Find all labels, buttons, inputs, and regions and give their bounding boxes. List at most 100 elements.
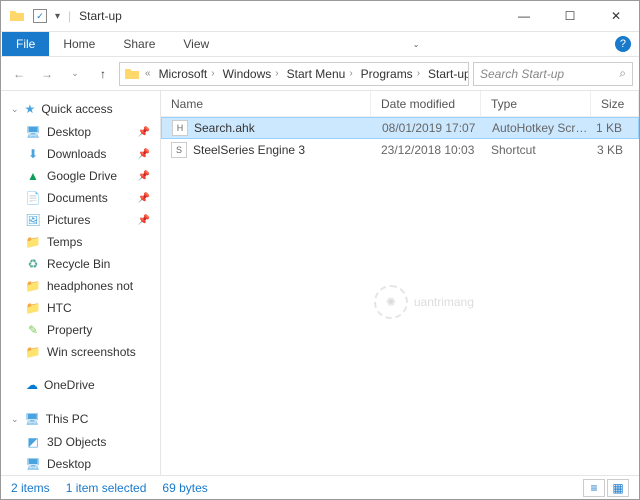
sidebar-item[interactable]: 📄 Documents 📌 <box>1 187 160 209</box>
search-input[interactable] <box>480 67 619 81</box>
column-name[interactable]: Name <box>161 91 371 116</box>
chevron-down-icon: ⌄ <box>11 104 19 115</box>
sidebar-item-label: Pictures <box>47 213 90 227</box>
watermark: ✺ uantrimang <box>374 285 474 319</box>
close-button[interactable]: ✕ <box>593 1 639 31</box>
qat-item-properties-icon[interactable]: ✓ <box>33 9 47 23</box>
file-name: SteelSeries Engine 3 <box>193 143 305 157</box>
view-thumbs-button[interactable]: ▦ <box>607 479 629 497</box>
sidebar-item[interactable]: 📁headphones not <box>1 275 160 297</box>
sidebar-quick-label: Quick access <box>41 102 112 116</box>
ribbon-tabs: File Home Share View ⌄ ? <box>1 31 639 57</box>
column-date[interactable]: Date modified <box>371 91 481 116</box>
forward-button[interactable]: → <box>35 62 59 86</box>
folder-icon: 📁 <box>25 300 41 316</box>
sidebar-item-label: HTC <box>47 301 72 315</box>
status-size: 69 bytes <box>162 481 207 495</box>
folder-icon: 📁 <box>25 234 41 250</box>
downloads-icon: ⬇ <box>25 146 41 162</box>
search-icon[interactable]: ⌕ <box>619 66 626 81</box>
chevron-left-icon[interactable]: « <box>145 68 151 79</box>
breadcrumb-item[interactable]: Start Menu› <box>284 67 356 81</box>
tab-file[interactable]: File <box>2 32 49 56</box>
chevron-down-icon: ⌄ <box>11 414 19 425</box>
navigation-pane: ⌄ ★ Quick access 🖥Desktop📌⬇Downloads📌▲Go… <box>1 91 161 475</box>
file-size: 3 KB <box>591 143 639 157</box>
sidebar-onedrive[interactable]: ☁ OneDrive <box>1 373 160 397</box>
folder-icon <box>124 66 140 82</box>
search-box[interactable]: ⌕ <box>473 62 633 86</box>
3d-icon: ◩ <box>25 434 41 450</box>
sidebar-item-label: Documents <box>47 191 108 205</box>
file-type: AutoHotkey Script <box>482 121 592 135</box>
sidebar-item[interactable]: 🖥 Desktop 📌 <box>1 121 160 143</box>
folder-icon: 📁 <box>25 344 41 360</box>
qat-overflow-icon[interactable]: ▾ <box>55 11 60 22</box>
sidebar-item[interactable]: ◩3D Objects <box>1 431 160 453</box>
sidebar-item-label: Temps <box>47 235 82 249</box>
sidebar-item-label: Property <box>47 323 92 337</box>
tab-view[interactable]: View <box>169 32 223 56</box>
column-size[interactable]: Size <box>591 91 639 116</box>
quick-access-toolbar: ✓ ▾ | <box>9 8 71 24</box>
breadcrumb[interactable]: « Microsoft› Windows› Start Menu› Progra… <box>119 62 469 86</box>
column-headers: Name Date modified Type Size <box>161 91 639 117</box>
sidebar-item[interactable]: ⬇Downloads📌 <box>1 143 160 165</box>
tab-home[interactable]: Home <box>49 32 109 56</box>
status-bar: 2 items 1 item selected 69 bytes ≡ ▦ <box>1 475 639 499</box>
help-icon[interactable]: ? <box>615 36 631 52</box>
sidebar-item-label: Desktop <box>47 457 91 471</box>
view-details-button[interactable]: ≡ <box>583 479 605 497</box>
breadcrumb-item[interactable]: Microsoft› <box>156 67 218 81</box>
maximize-button[interactable]: ☐ <box>547 1 593 31</box>
cloud-icon: ☁ <box>26 378 38 392</box>
up-button[interactable]: ↑ <box>91 62 115 86</box>
sidebar-item-label: Google Drive <box>47 169 117 183</box>
status-selected: 1 item selected <box>66 481 147 495</box>
sidebar-quick-access[interactable]: ⌄ ★ Quick access <box>1 97 160 121</box>
folder-icon <box>9 8 25 24</box>
sidebar-item[interactable]: ♻ Recycle Bin <box>1 253 160 275</box>
desktop-icon: 🖥 <box>25 124 41 140</box>
pin-icon: 📌 <box>138 127 150 138</box>
sidebar-onedrive-label: OneDrive <box>44 378 95 392</box>
star-icon: ★ <box>25 102 36 116</box>
recycle-icon: ♻ <box>25 256 41 272</box>
sidebar-item[interactable]: ▲Google Drive📌 <box>1 165 160 187</box>
sidebar-thispc-label: This PC <box>46 412 89 426</box>
ribbon-expand-icon[interactable]: ⌄ <box>413 40 420 49</box>
sidebar-item[interactable]: ✎ Property <box>1 319 160 341</box>
pc-icon: 🖥 <box>25 412 40 426</box>
pin-icon: 📌 <box>138 149 150 160</box>
sidebar-item[interactable]: 📁 Temps <box>1 231 160 253</box>
minimize-button[interactable]: — <box>501 1 547 31</box>
sidebar-item-label: Recycle Bin <box>47 257 110 271</box>
file-row[interactable]: HSearch.ahk 08/01/2019 17:07 AutoHotkey … <box>161 117 639 139</box>
chevron-right-icon: › <box>275 68 278 79</box>
pin-icon: 📌 <box>138 193 150 204</box>
file-date: 08/01/2019 17:07 <box>372 121 482 135</box>
sidebar-item-label: Desktop <box>47 125 91 139</box>
file-size: 1 KB <box>592 121 638 135</box>
property-icon: ✎ <box>25 322 41 338</box>
file-row[interactable]: SSteelSeries Engine 3 23/12/2018 10:03 S… <box>161 139 639 161</box>
breadcrumb-item[interactable]: Windows› <box>220 67 282 81</box>
documents-icon: 📄 <box>25 190 41 206</box>
sidebar-item[interactable]: 🖥Desktop <box>1 453 160 475</box>
file-icon: H <box>172 120 188 136</box>
sidebar-item[interactable]: 🖼Pictures📌 <box>1 209 160 231</box>
address-bar: ← → ⌄ ↑ « Microsoft› Windows› Start Menu… <box>1 57 639 91</box>
watermark-icon: ✺ <box>374 285 408 319</box>
breadcrumb-item[interactable]: Start-up› <box>425 67 469 81</box>
back-button[interactable]: ← <box>7 62 31 86</box>
column-type[interactable]: Type <box>481 91 591 116</box>
sidebar-item[interactable]: 📁 HTC <box>1 297 160 319</box>
sidebar-this-pc[interactable]: ⌄ 🖥 This PC <box>1 407 160 431</box>
tab-share[interactable]: Share <box>109 32 169 56</box>
sidebar-item[interactable]: 📁Win screenshots <box>1 341 160 363</box>
titlebar: ✓ ▾ | Start-up — ☐ ✕ <box>1 1 639 31</box>
status-item-count: 2 items <box>11 481 50 495</box>
sidebar-item-label: headphones not <box>47 279 133 293</box>
recent-dropdown-icon[interactable]: ⌄ <box>63 62 87 86</box>
breadcrumb-item[interactable]: Programs› <box>358 67 423 81</box>
